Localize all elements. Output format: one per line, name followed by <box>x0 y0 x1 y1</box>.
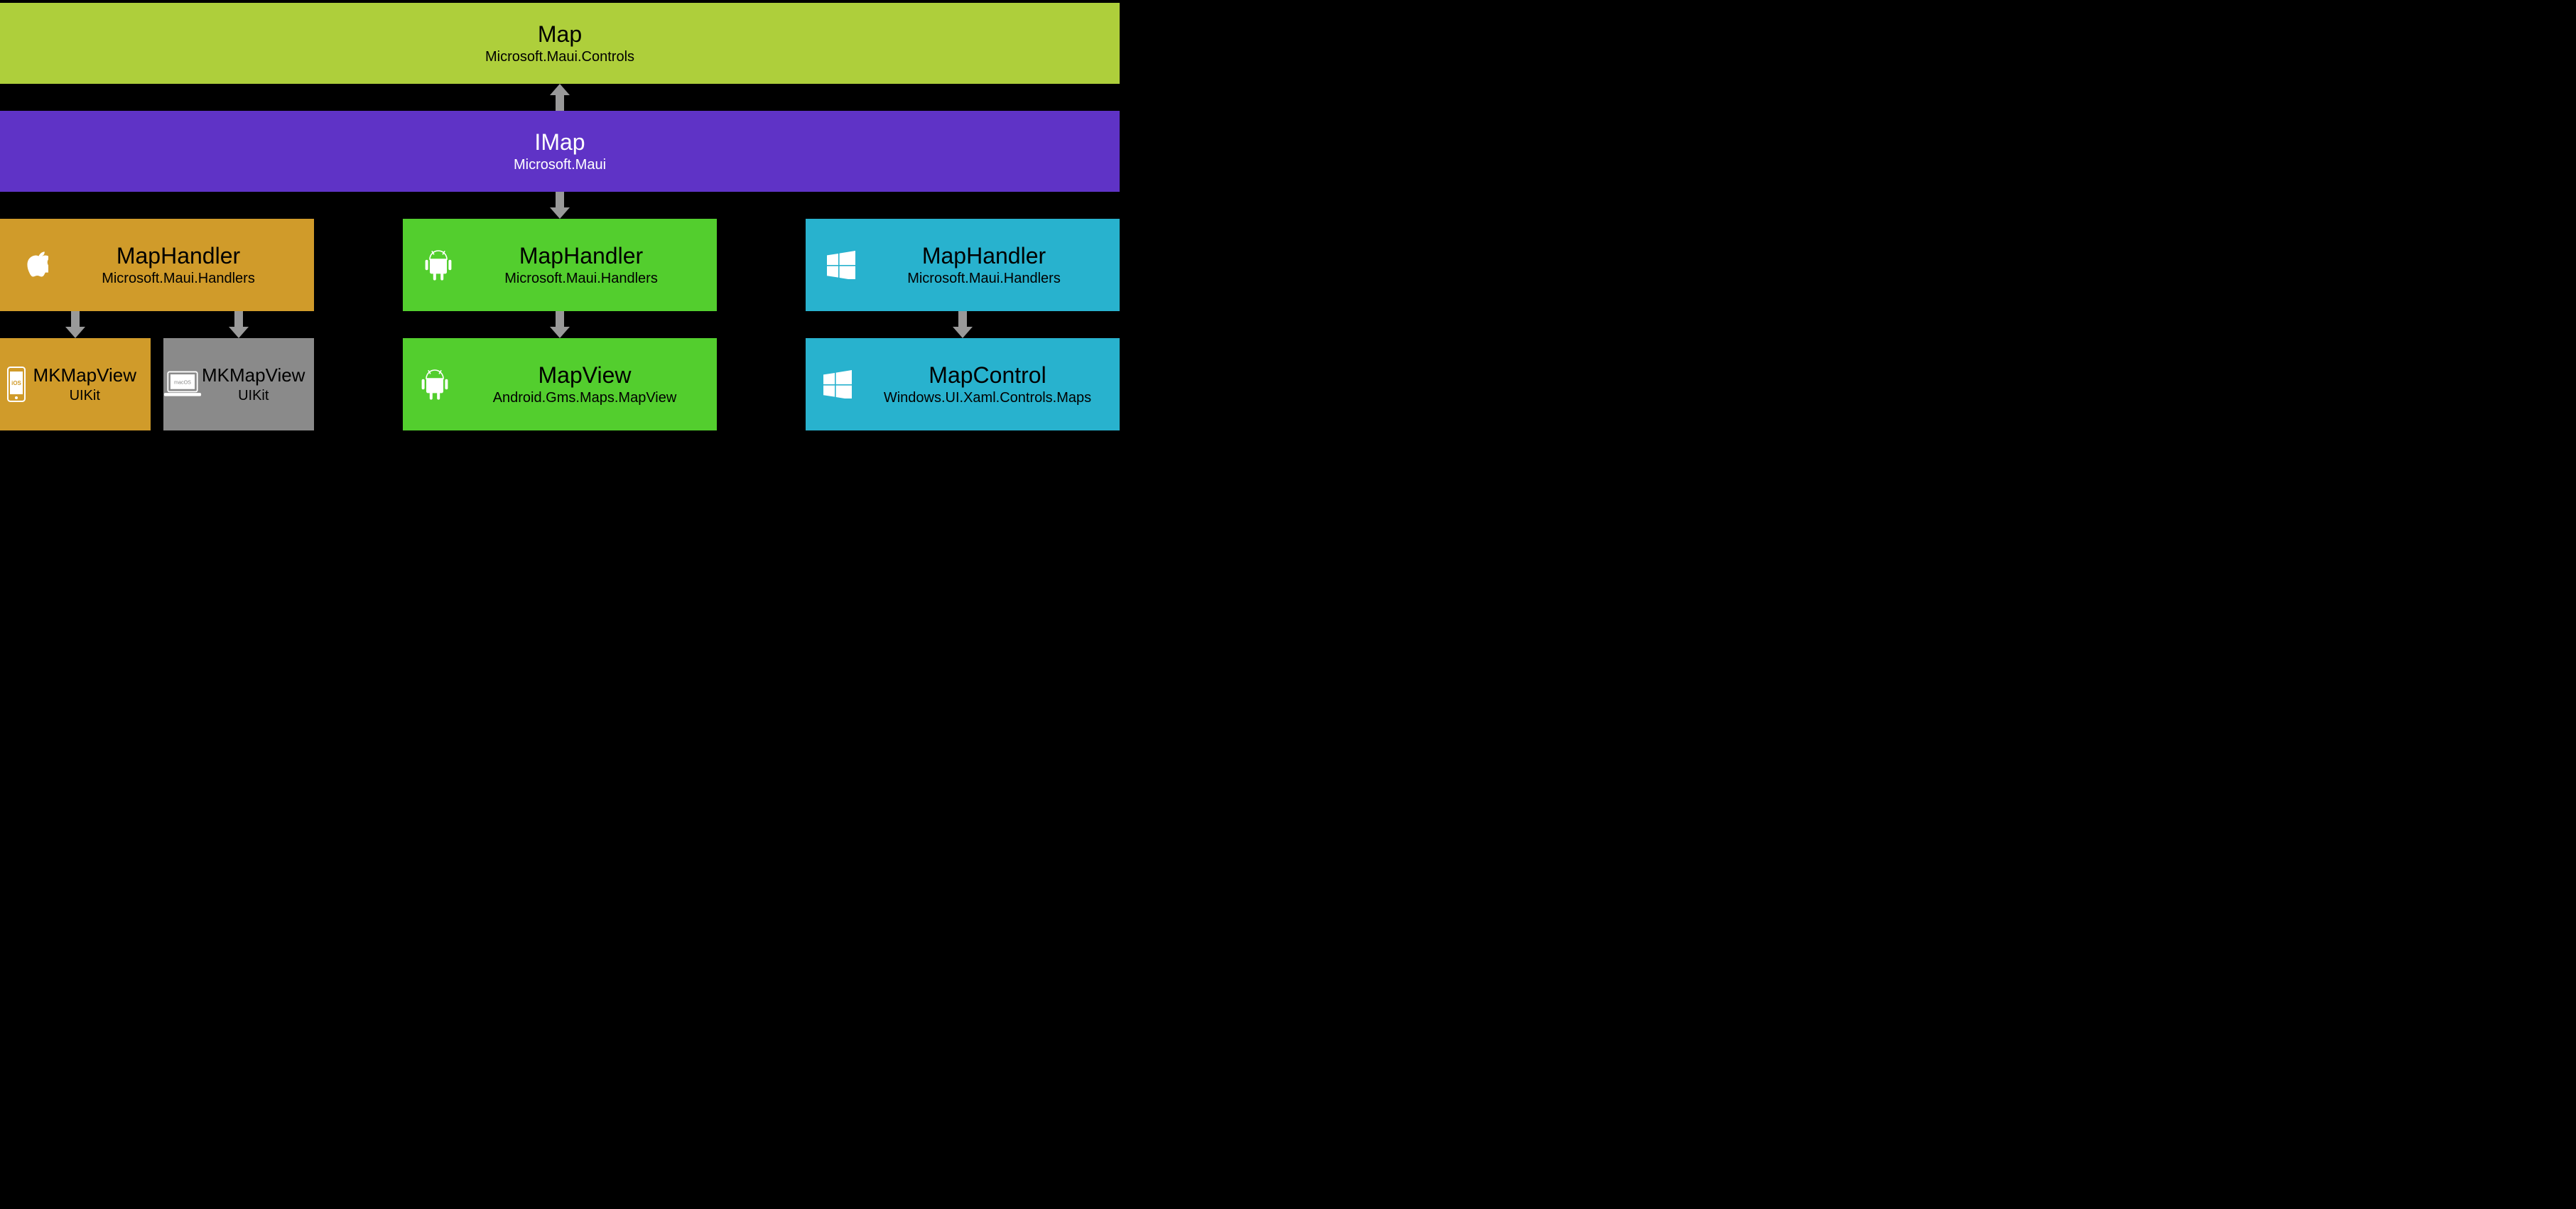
imap-subtitle: Microsoft.Maui <box>514 157 606 173</box>
map-box: Map Microsoft.Maui.Controls <box>0 3 1120 84</box>
arrow-down-icon <box>550 311 570 338</box>
arrow-down-icon <box>65 311 85 338</box>
svg-text:iOS: iOS <box>11 380 21 386</box>
native-ios-subtitle: UIKit <box>33 388 136 404</box>
handler-android: MapHandler Microsoft.Maui.Handlers <box>403 219 717 311</box>
imap-box: IMap Microsoft.Maui <box>0 111 1120 192</box>
imap-title: IMap <box>514 129 606 156</box>
svg-text:macOS: macOS <box>174 379 191 386</box>
handler-windows-title: MapHandler <box>877 243 1091 269</box>
native-ios: iOS MKMapView UIKit <box>0 338 151 430</box>
handler-apple-subtitle: Microsoft.Maui.Handlers <box>71 271 286 287</box>
handler-windows: MapHandler Microsoft.Maui.Handlers <box>806 219 1120 311</box>
native-windows: MapControl Windows.UI.Xaml.Controls.Maps <box>806 338 1120 430</box>
arrow-up-icon <box>550 84 570 111</box>
map-subtitle: Microsoft.Maui.Controls <box>485 49 634 65</box>
native-android-subtitle: Android.Gms.Maps.MapView <box>467 390 703 406</box>
arrow-down-icon <box>550 192 570 219</box>
ios-phone-icon: iOS <box>0 367 33 402</box>
map-title: Map <box>485 21 634 48</box>
native-macos-title: MKMapView <box>202 364 305 386</box>
arrow-down-icon <box>953 311 973 338</box>
native-android: MapView Android.Gms.Maps.MapView <box>403 338 717 430</box>
handler-apple: MapHandler Microsoft.Maui.Handlers <box>0 219 314 311</box>
native-windows-subtitle: Windows.UI.Xaml.Controls.Maps <box>870 390 1105 406</box>
windows-icon <box>806 370 870 399</box>
macos-laptop-icon: macOS <box>163 369 202 399</box>
native-macos-subtitle: UIKit <box>202 388 305 404</box>
android-icon <box>403 367 467 401</box>
handler-android-title: MapHandler <box>474 243 688 269</box>
handler-android-subtitle: Microsoft.Maui.Handlers <box>474 271 688 287</box>
handler-windows-subtitle: Microsoft.Maui.Handlers <box>877 271 1091 287</box>
arrow-down-icon <box>229 311 249 338</box>
native-android-title: MapView <box>467 362 703 389</box>
handler-apple-title: MapHandler <box>71 243 286 269</box>
windows-icon <box>806 251 877 279</box>
native-ios-title: MKMapView <box>33 364 136 386</box>
native-macos: macOS MKMapView UIKit <box>163 338 314 430</box>
android-icon <box>403 248 474 282</box>
native-windows-title: MapControl <box>870 362 1105 389</box>
apple-icon <box>0 249 71 281</box>
